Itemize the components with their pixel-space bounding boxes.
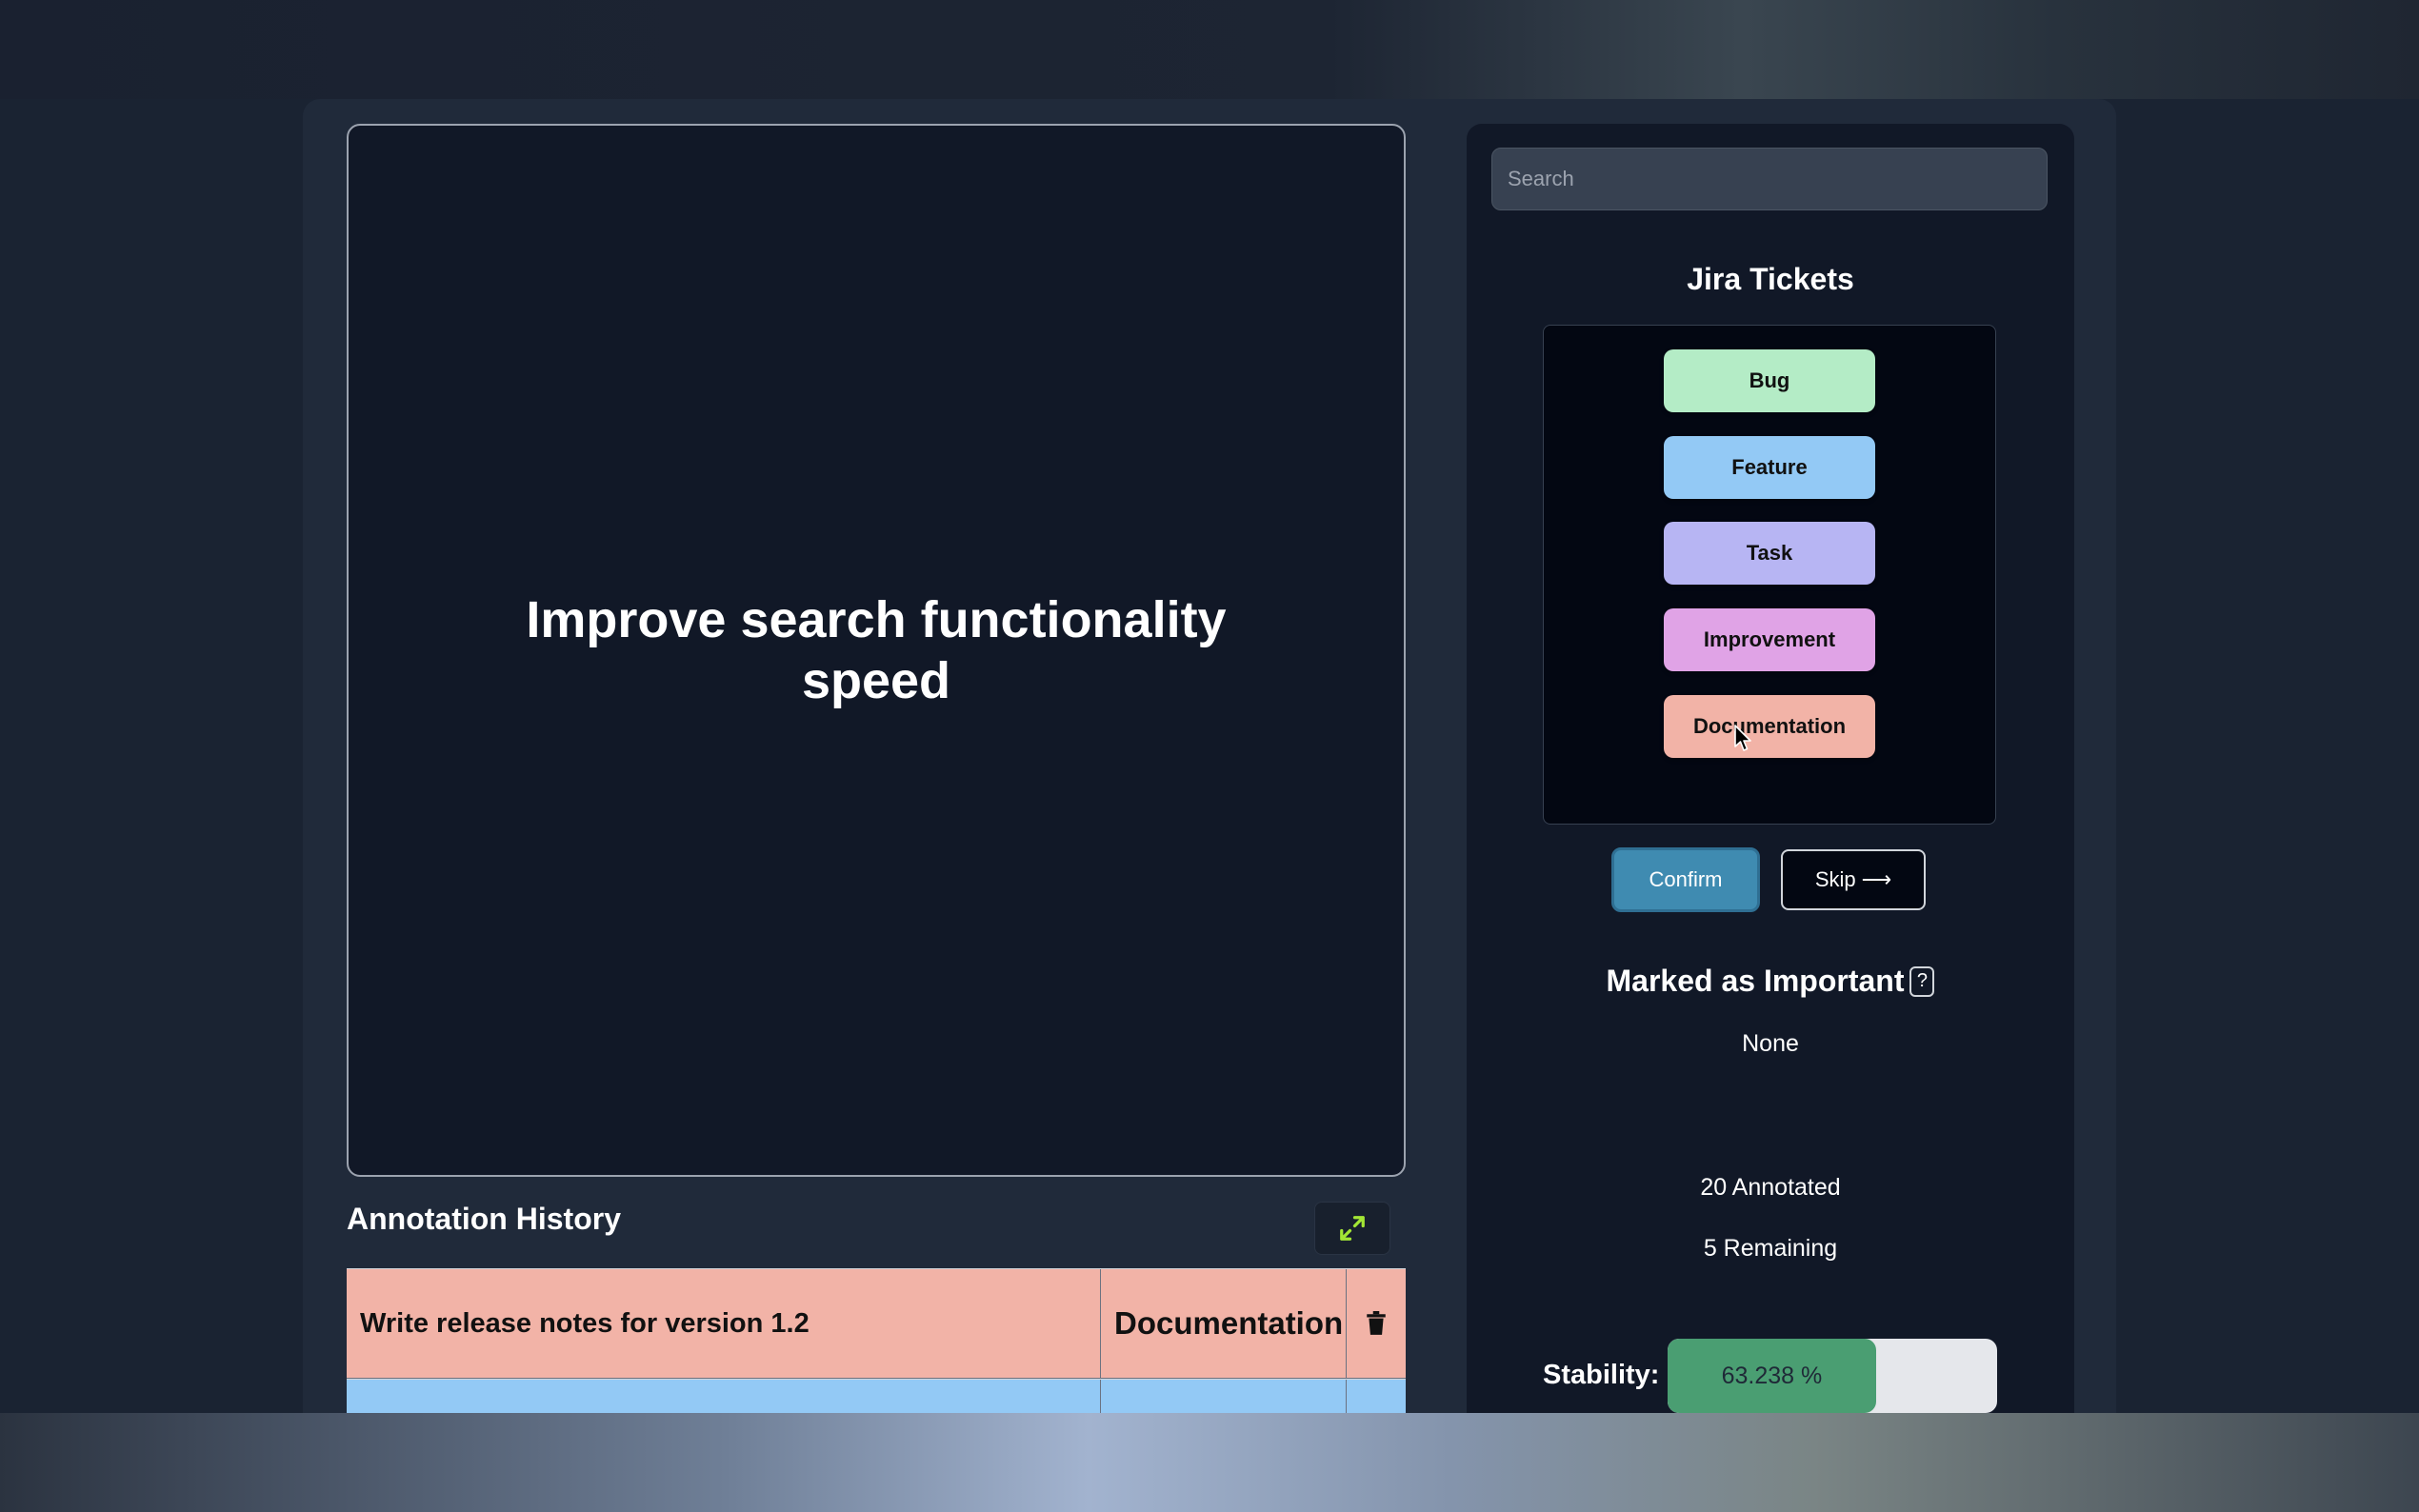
search-input[interactable]: [1491, 148, 2048, 210]
stability-progress-fill: 63.238 %: [1668, 1339, 1876, 1413]
skip-label: Skip: [1814, 867, 1856, 891]
stability-label: Stability:: [1543, 1360, 1660, 1390]
expand-history-button[interactable]: [1314, 1202, 1390, 1255]
important-items-value: None: [1742, 1030, 1799, 1057]
bottom-background-strip: [0, 1413, 2419, 1512]
trash-icon: [1367, 1311, 1386, 1335]
label-button-bug[interactable]: Bug: [1664, 349, 1875, 412]
top-background-strip: [0, 0, 2419, 99]
annotated-count: 20 Annotated: [1700, 1174, 1841, 1201]
label-group-title: Jira Tickets: [1687, 262, 1854, 296]
table-row[interactable]: Write release notes for version 1.2 Docu…: [347, 1268, 1406, 1379]
table-row[interactable]: [347, 1379, 1406, 1417]
label-button-feature[interactable]: Feature: [1664, 436, 1875, 499]
history-item-title: [347, 1380, 1101, 1416]
stability-value: 63.238 %: [1721, 1362, 1823, 1389]
item-display-panel: Improve search functionality speed: [347, 124, 1406, 1177]
expand-icon: [1340, 1216, 1365, 1241]
skip-button[interactable]: Skip ⟶: [1781, 849, 1926, 910]
label-button-improvement[interactable]: Improvement: [1664, 608, 1875, 671]
important-section-title: Marked as Important ?: [1467, 964, 2074, 999]
annotation-history-table: Write release notes for version 1.2 Docu…: [347, 1268, 1406, 1417]
important-title-text: Marked as Important: [1606, 964, 1905, 998]
history-item-title: Write release notes for version 1.2: [347, 1269, 1101, 1378]
delete-button[interactable]: [1347, 1269, 1406, 1378]
history-item-label: [1101, 1380, 1347, 1416]
confirm-button[interactable]: Confirm: [1611, 847, 1760, 912]
annotation-history-title: Annotation History: [347, 1202, 621, 1236]
remaining-count: 5 Remaining: [1703, 1235, 1838, 1262]
stability-progress-bar: 63.238 %: [1668, 1339, 1997, 1413]
mouse-cursor-icon: [1734, 725, 1751, 751]
delete-button[interactable]: [1347, 1380, 1406, 1416]
help-icon[interactable]: ?: [1909, 965, 1935, 997]
label-button-task[interactable]: Task: [1664, 522, 1875, 585]
current-item-title: Improve search functionality speed: [526, 591, 1227, 709]
history-item-label: Documentation: [1101, 1269, 1347, 1378]
label-button-documentation[interactable]: Documentation: [1664, 695, 1875, 758]
arrow-right-icon: ⟶: [1861, 867, 1892, 891]
